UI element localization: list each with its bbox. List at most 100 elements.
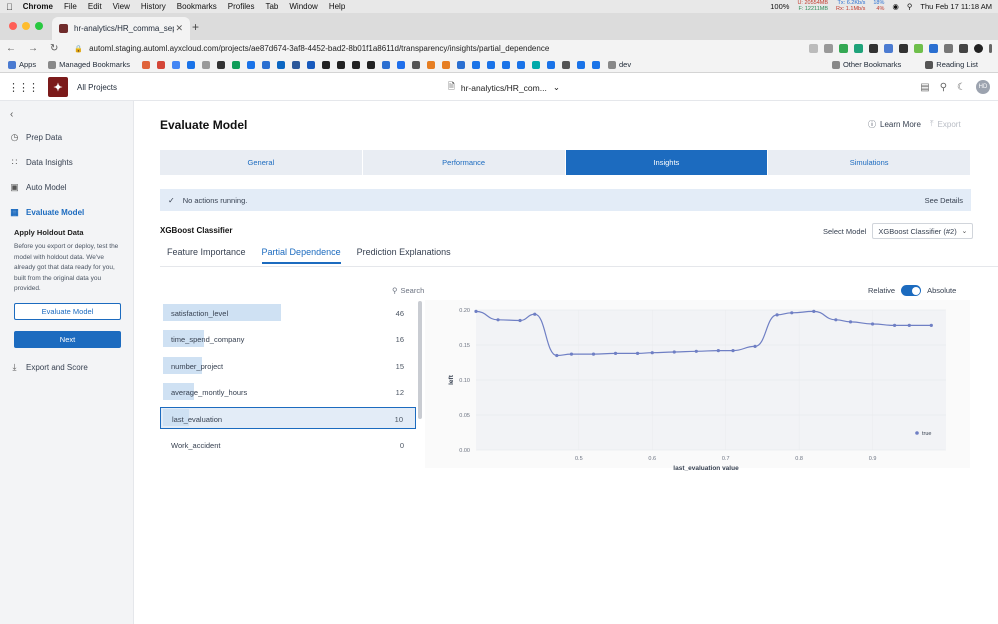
puzzle-icon[interactable] — [959, 44, 968, 53]
minimize-window-icon[interactable] — [22, 22, 30, 30]
forward-arrow-icon[interactable]: → — [28, 43, 38, 54]
menu-item-history[interactable]: History — [141, 2, 166, 11]
share-icon[interactable] — [809, 44, 818, 53]
profile-icon[interactable] — [974, 44, 983, 53]
feature-list-scrollbar[interactable] — [418, 301, 422, 419]
bookmark-icon[interactable] — [216, 60, 225, 69]
bookmark-icon[interactable] — [381, 60, 390, 69]
bookmark-icon[interactable] — [171, 60, 180, 69]
bookmark-managed[interactable]: Managed Bookmarks — [48, 60, 130, 69]
app-grid-icon[interactable]: ⋮⋮⋮ — [8, 81, 39, 94]
bookmark-icon[interactable] — [396, 60, 405, 69]
extension-icon[interactable] — [884, 44, 893, 53]
extension-icon[interactable] — [944, 44, 953, 53]
select-model-dropdown[interactable]: XGBoost Classifier (#2) ⌄ — [872, 223, 974, 239]
bookmark-icon[interactable] — [291, 60, 300, 69]
next-button[interactable]: Next — [14, 331, 121, 348]
sidebar-item-prep-data[interactable]: ◷ Prep Data — [9, 132, 62, 143]
tab-general[interactable]: General — [160, 150, 363, 175]
bookmark-dev[interactable]: dev — [607, 60, 631, 69]
bookmark-icon[interactable] — [156, 60, 165, 69]
bookmark-apps[interactable]: Apps — [8, 60, 36, 69]
star-icon[interactable] — [824, 44, 833, 53]
menu-item-profiles[interactable]: Profiles — [228, 2, 255, 11]
extension-icon[interactable] — [914, 44, 923, 53]
bookmark-icon[interactable] — [591, 60, 600, 69]
tab-close-icon[interactable]: ✕ — [175, 23, 183, 34]
extension-icon[interactable] — [929, 44, 938, 53]
feature-row[interactable]: satisfaction_level 46 — [160, 302, 416, 324]
more-menu-icon[interactable] — [989, 44, 992, 53]
clock[interactable]: Thu Feb 17 11:18 AM — [920, 2, 992, 11]
menu-item-window[interactable]: Window — [289, 2, 317, 11]
bookmark-icon[interactable] — [501, 60, 510, 69]
bookmark-icon[interactable] — [486, 60, 495, 69]
extension-icon[interactable] — [899, 44, 908, 53]
battery-level[interactable]: 100% — [770, 2, 789, 11]
bookmark-icon[interactable] — [576, 60, 585, 69]
export-button[interactable]: ⤒ Export — [930, 119, 961, 129]
close-window-icon[interactable] — [9, 22, 17, 30]
subtab-partial-dependence[interactable]: Partial Dependence — [261, 247, 341, 264]
evaluate-model-button[interactable]: Evaluate Model — [14, 303, 121, 320]
alteryx-logo[interactable]: ✦ — [48, 77, 68, 97]
feature-row[interactable]: average_montly_hours 12 — [160, 381, 416, 403]
bookmark-icon[interactable] — [246, 60, 255, 69]
tab-performance[interactable]: Performance — [362, 150, 566, 175]
project-selector[interactable]: 🗎 hr-analytics/HR_com... ⌄ — [448, 74, 560, 101]
see-details-link[interactable]: See Details — [925, 196, 963, 205]
bookmark-icon[interactable] — [366, 60, 375, 69]
bookmark-reading-list[interactable]: Reading List — [925, 60, 978, 69]
bookmark-icon[interactable] — [261, 60, 270, 69]
bookmark-icon[interactable] — [276, 60, 285, 69]
tab-simulations[interactable]: Simulations — [768, 150, 971, 175]
avatar[interactable]: HD — [976, 80, 990, 94]
learn-more-button[interactable]: ⓘ Learn More — [868, 119, 921, 130]
extension-icon[interactable] — [869, 44, 878, 53]
bookmark-icon[interactable] — [546, 60, 555, 69]
menu-app-name[interactable]: Chrome — [23, 2, 53, 11]
moon-icon[interactable]: ☾ — [957, 82, 966, 93]
apple-icon[interactable]:  — [6, 2, 13, 12]
menu-item-tab[interactable]: Tab — [265, 2, 278, 11]
bookmark-icon[interactable] — [351, 60, 360, 69]
bookmark-icon[interactable] — [201, 60, 210, 69]
menu-item-file[interactable]: File — [64, 2, 77, 11]
url-field[interactable]: 🔒 automl.staging.automl.ayxcloud.com/pro… — [74, 44, 549, 53]
zoom-window-icon[interactable] — [35, 22, 43, 30]
bookmark-icon[interactable] — [141, 60, 150, 69]
menu-item-view[interactable]: View — [113, 2, 130, 11]
sidebar-item-evaluate-model[interactable]: ▦ Evaluate Model — [9, 207, 84, 218]
bookmark-icon[interactable] — [516, 60, 525, 69]
feature-search[interactable]: ⚲ Search — [392, 286, 424, 295]
feature-row[interactable]: last_evaluation 10 — [160, 407, 416, 430]
bookmark-icon[interactable] — [231, 60, 240, 69]
bookmark-icon[interactable] — [321, 60, 330, 69]
extension-icon[interactable] — [854, 44, 863, 53]
bookmark-icon[interactable] — [186, 60, 195, 69]
bookmark-icon[interactable] — [531, 60, 540, 69]
search-icon[interactable]: ⚲ — [907, 2, 913, 11]
bookmark-icon[interactable] — [426, 60, 435, 69]
feature-row[interactable]: time_spend_company 16 — [160, 328, 416, 350]
new-tab-icon[interactable]: + — [192, 20, 199, 34]
browser-tab[interactable]: hr-analytics/HR_comma_sep ✕ — [52, 17, 190, 40]
plug-icon[interactable]: ⚲ — [940, 82, 947, 93]
subtab-prediction-explanations[interactable]: Prediction Explanations — [357, 247, 451, 264]
tab-insights[interactable]: Insights — [565, 150, 769, 175]
menu-item-help[interactable]: Help — [329, 2, 345, 11]
feature-row[interactable]: Work_accident 0 — [160, 434, 416, 453]
extension-icon[interactable] — [839, 44, 848, 53]
wifi-icon[interactable]: ◉ — [892, 2, 899, 11]
mode-toggle-switch[interactable] — [901, 285, 922, 296]
sidebar-item-data-insights[interactable]: ∷ Data Insights — [9, 157, 73, 168]
bookmark-icon[interactable] — [456, 60, 465, 69]
all-projects-link[interactable]: All Projects — [77, 83, 117, 92]
bookmark-icon[interactable] — [336, 60, 345, 69]
menu-item-edit[interactable]: Edit — [88, 2, 102, 11]
bookmark-icon[interactable] — [471, 60, 480, 69]
reload-icon[interactable]: ↻ — [50, 43, 58, 54]
bookmark-icon[interactable] — [411, 60, 420, 69]
subtab-feature-importance[interactable]: Feature Importance — [167, 247, 246, 264]
bookmark-other[interactable]: Other Bookmarks — [831, 60, 901, 69]
